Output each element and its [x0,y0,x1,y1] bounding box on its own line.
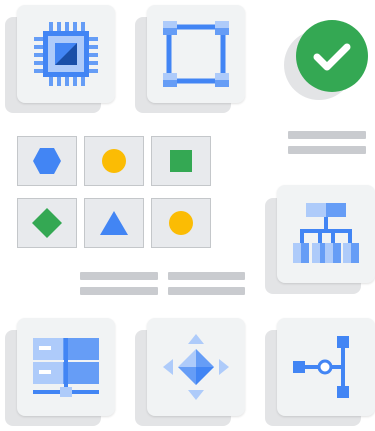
pipeline-connector-icon [291,332,361,402]
placeholder-line [80,272,158,280]
card-face [17,5,115,103]
storage-card[interactable] [5,318,115,428]
placeholder-line [288,131,366,139]
square-icon [169,149,193,173]
placeholder-line [168,287,245,295]
shape-tile-circle[interactable] [151,198,211,248]
circle-icon [168,210,194,236]
card-face [277,318,375,416]
server-stack-icon [31,332,101,402]
move-arrows-icon [161,332,231,402]
shape-tile-triangle[interactable] [84,198,144,248]
hexagon-icon [32,147,62,175]
card-face [147,5,245,103]
shape-tile-circle[interactable] [84,136,144,186]
triangle-icon [99,210,129,236]
card-face [147,318,245,416]
processor-chip-icon [31,19,101,89]
vector-square-icon [161,19,231,89]
connector-card[interactable] [265,318,375,428]
move-card[interactable] [135,318,245,428]
check-circle-icon [296,20,368,92]
hierarchy-card[interactable] [265,185,375,295]
diamond-icon [31,207,63,239]
hierarchy-tree-icon [291,199,361,269]
placeholder-line [168,272,245,280]
shape-tile-diamond[interactable] [17,198,77,248]
circle-icon [101,148,127,174]
shape-tile-hexagon[interactable] [17,136,77,186]
card-face [277,185,375,283]
placeholder-line [80,287,158,295]
card-face [17,318,115,416]
shape-tile-square[interactable] [151,136,211,186]
status-check [282,20,372,110]
vector-card[interactable] [135,5,245,115]
chip-card[interactable] [5,5,115,115]
placeholder-line [288,146,366,154]
